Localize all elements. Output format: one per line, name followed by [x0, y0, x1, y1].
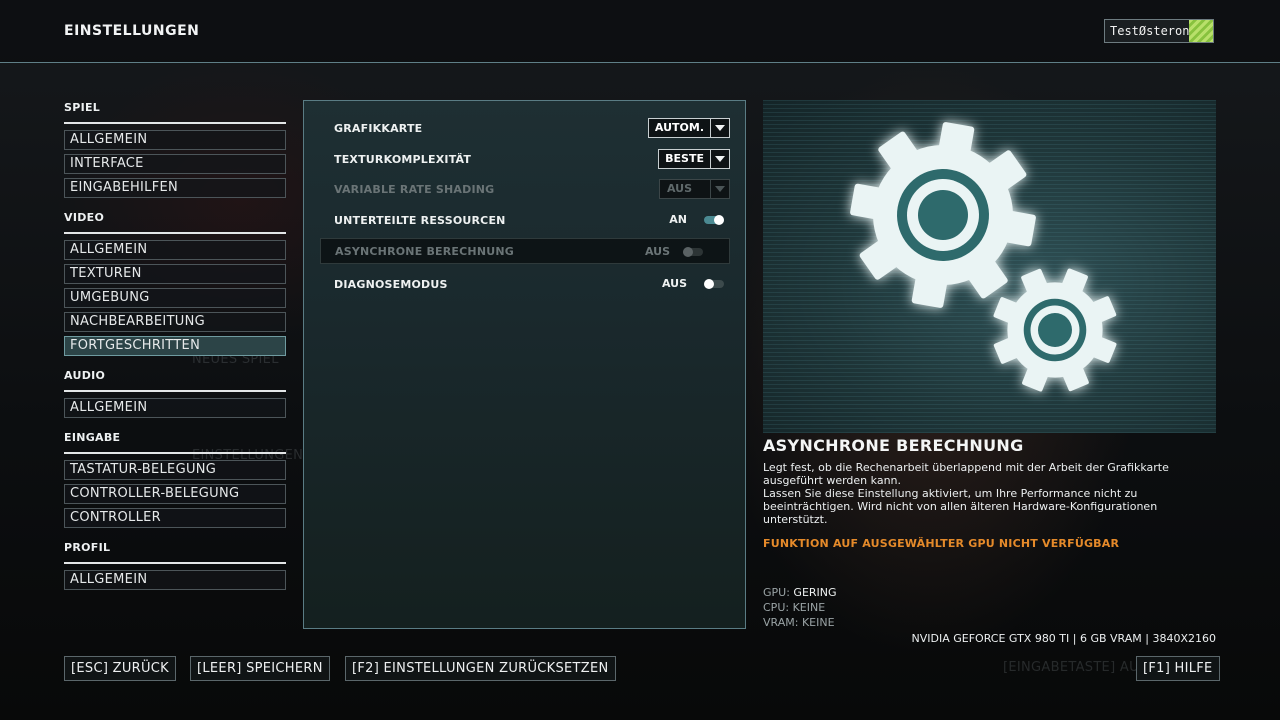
setting-row-grafikkarte[interactable]: GRAFIKKARTE AUTOM. [320, 115, 730, 141]
impact-cpu-value: KEINE [792, 601, 826, 614]
reset-settings-button[interactable]: [F2] EINSTELLUNGEN ZURÜCKSETZEN [345, 656, 616, 681]
hardware-info: NVIDIA GEFORCE GTX 980 TI | 6 GB VRAM | … [911, 632, 1216, 645]
user-name: TestØsteron [1110, 24, 1190, 38]
dropdown-value: AUS [666, 182, 692, 195]
performance-impact: GPU: GERING CPU: KEINE VRAM: KEINE [763, 585, 837, 630]
nav-item-audio-allgemein[interactable]: ALLGEMEIN [64, 398, 286, 418]
texturkomplexitaet-dropdown[interactable]: BESTE [658, 149, 730, 169]
gpu-unavailable-warning: FUNKTION AUF AUSGEWÄHLTER GPU NICHT VERF… [763, 537, 1120, 550]
gears-icon [836, 108, 1137, 412]
nav-item-video-nachbearbeitung[interactable]: NACHBEARBEITUNG [64, 312, 286, 332]
nav-item-profil-allgemein[interactable]: ALLGEMEIN [64, 570, 286, 590]
ghost-enter-hint: [EINGABETASTE] AU [1003, 660, 1139, 675]
settings-category-nav: SPIEL ALLGEMEIN INTERFACE EINGABEHILFEN … [64, 100, 286, 594]
impact-gpu-label: GPU: [763, 586, 790, 599]
nav-heading-profil: PROFIL [64, 540, 286, 564]
nav-item-video-umgebung[interactable]: UMGEBUNG [64, 288, 286, 308]
nav-item-tastatur-belegung[interactable]: TASTATUR-BELEGUNG [64, 460, 286, 480]
top-bar: EINSTELLUNGEN TestØsteron [0, 0, 1280, 63]
grafikkarte-dropdown[interactable]: AUTOM. [647, 118, 730, 138]
chevron-down-icon [710, 150, 729, 168]
dropdown-value: AUTOM. [654, 121, 704, 134]
chevron-down-icon [710, 119, 729, 137]
setting-row-asynchrone-berechnung[interactable]: ASYNCHRONE BERECHNUNG AUS [320, 238, 730, 264]
nav-item-video-fortgeschritten[interactable]: FORTGESCHRITTEN [64, 336, 286, 356]
unterteilte-ressourcen-toggle[interactable] [704, 215, 724, 225]
save-button[interactable]: [LEER] SPEICHERN [190, 656, 330, 681]
help-button[interactable]: [F1] HILFE [1136, 656, 1220, 681]
nav-item-spiel-eingabehilfen[interactable]: EINGABEHILFEN [64, 178, 286, 198]
settings-panel: GRAFIKKARTE AUTOM. TEXTURKOMPLEXITÄT BES… [303, 100, 746, 629]
nav-heading-video: VIDEO [64, 210, 286, 234]
page-title: EINSTELLUNGEN [64, 23, 200, 39]
toggle-value: AN [669, 213, 687, 226]
info-description: Legt fest, ob die Rechenarbeit überlappe… [763, 461, 1183, 526]
setting-row-unterteilte-ressourcen[interactable]: UNTERTEILTE RESSOURCEN AN [320, 207, 730, 233]
chevron-down-icon [710, 180, 729, 198]
user-avatar-icon [1189, 20, 1213, 42]
nav-item-controller[interactable]: CONTROLLER [64, 508, 286, 528]
variable-rate-shading-dropdown: AUS [658, 179, 730, 199]
impact-cpu-label: CPU: [763, 601, 790, 614]
nav-item-spiel-allgemein[interactable]: ALLGEMEIN [64, 130, 286, 150]
nav-item-spiel-interface[interactable]: INTERFACE [64, 154, 286, 174]
impact-vram-label: VRAM: [763, 616, 799, 629]
info-description-line-2: Lassen Sie diese Einstellung aktiviert, … [763, 487, 1158, 526]
back-button[interactable]: [ESC] ZURÜCK [64, 656, 176, 681]
setting-row-texturkomplexitaet[interactable]: TEXTURKOMPLEXITÄT BESTE [320, 146, 730, 172]
asynchrone-berechnung-toggle [683, 247, 703, 257]
nav-heading-audio: AUDIO [64, 368, 286, 392]
nav-item-video-texturen[interactable]: TEXTUREN [64, 264, 286, 284]
nav-item-controller-belegung[interactable]: CONTROLLER-BELEGUNG [64, 484, 286, 504]
nav-heading-eingabe: EINGABE [64, 430, 286, 454]
setting-row-diagnosemodus[interactable]: DIAGNOSEMODUS AUS [320, 271, 730, 297]
setting-preview-image [763, 100, 1216, 433]
toggle-value: AUS [644, 245, 670, 258]
impact-gpu-value: GERING [793, 586, 837, 599]
dropdown-value: BESTE [665, 152, 704, 165]
info-title: ASYNCHRONE BERECHNUNG [763, 436, 1024, 455]
user-profile-badge[interactable]: TestØsteron [1104, 19, 1214, 43]
impact-vram-value: KEINE [801, 616, 835, 629]
diagnosemodus-toggle[interactable] [704, 279, 724, 289]
setting-row-variable-rate-shading: VARIABLE RATE SHADING AUS [320, 176, 730, 202]
info-description-line-1: Legt fest, ob die Rechenarbeit überlappe… [763, 461, 1169, 487]
nav-item-video-allgemein[interactable]: ALLGEMEIN [64, 240, 286, 260]
toggle-value: AUS [661, 277, 687, 290]
nav-heading-spiel: SPIEL [64, 100, 286, 124]
